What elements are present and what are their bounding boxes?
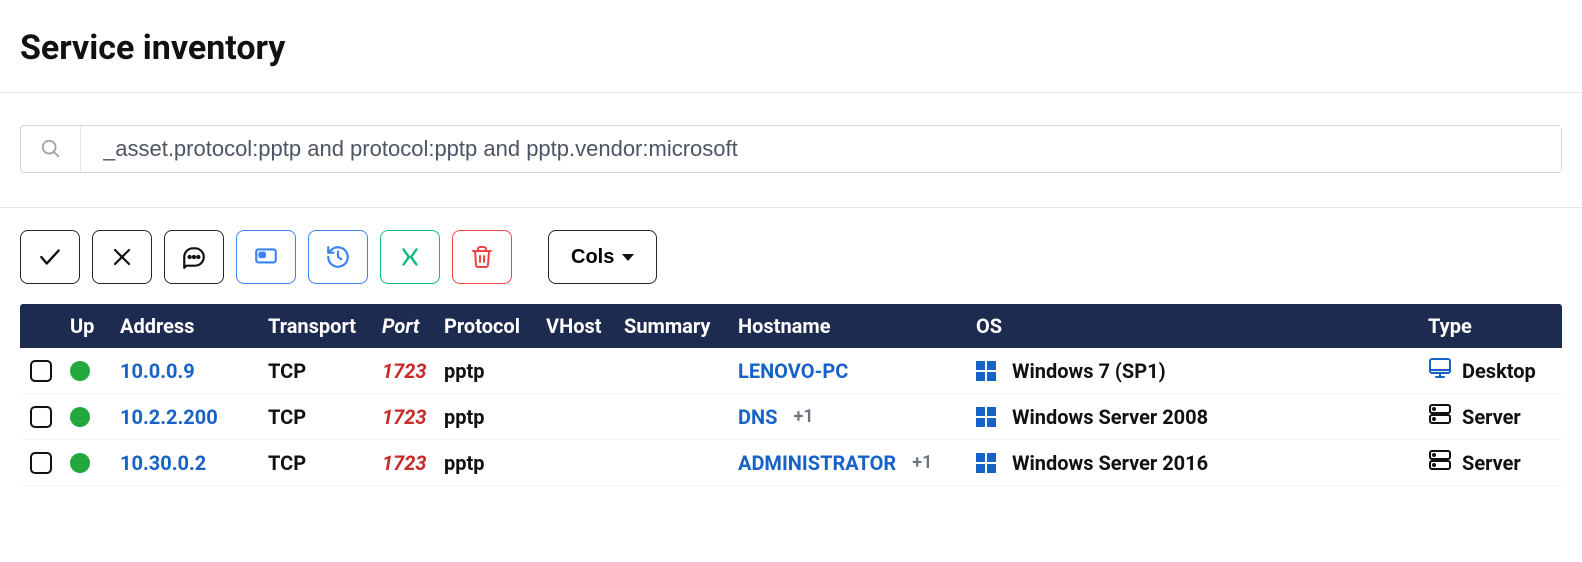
caret-down-icon	[622, 254, 634, 261]
merge-button[interactable]	[380, 230, 440, 284]
row-checkbox[interactable]	[30, 406, 52, 428]
approve-button[interactable]	[20, 230, 80, 284]
protocol-value: pptp	[444, 359, 485, 383]
table-row: 10.2.2.200 TCP 1723 pptp DNS +1 Windows Server…	[20, 394, 1562, 440]
protocol-value: pptp	[444, 405, 485, 429]
col-hostname[interactable]: Hostname	[738, 314, 976, 338]
col-os[interactable]: OS	[976, 314, 1428, 338]
address-link[interactable]: 10.2.2.200	[120, 405, 218, 429]
address-link[interactable]: 10.30.0.2	[120, 451, 206, 475]
address-link[interactable]: 10.0.0.9	[120, 359, 195, 383]
type-value: Server	[1462, 451, 1521, 475]
table-row: 10.30.0.2 TCP 1723 pptp ADMINISTRATOR +1 Windo…	[20, 440, 1562, 486]
hostname-link[interactable]: ADMINISTRATOR	[738, 451, 896, 475]
hostname-link[interactable]: DNS	[738, 405, 777, 429]
port-value: 1723	[382, 359, 427, 383]
os-value: Windows Server 2016	[1012, 451, 1208, 475]
col-transport[interactable]: Transport	[268, 314, 382, 338]
status-up-icon	[70, 453, 90, 473]
desktop-icon	[1428, 356, 1452, 385]
col-address[interactable]: Address	[120, 314, 268, 338]
status-up-icon	[70, 361, 90, 381]
hostname-extra: +1	[793, 406, 813, 427]
columns-button-label: Cols	[571, 246, 614, 269]
search-bar	[20, 125, 1562, 173]
reject-button[interactable]	[92, 230, 152, 284]
transport-value: TCP	[268, 405, 306, 429]
type-value: Server	[1462, 405, 1521, 429]
port-value: 1723	[382, 451, 427, 475]
col-port[interactable]: Port	[382, 314, 444, 338]
windows-icon	[976, 453, 996, 473]
table-row: 10.0.0.9 TCP 1723 pptp LENOVO-PC Windows 7 (S…	[20, 348, 1562, 394]
comment-button[interactable]	[164, 230, 224, 284]
transport-value: TCP	[268, 359, 306, 383]
search-section	[0, 93, 1582, 207]
history-button[interactable]	[308, 230, 368, 284]
protocol-value: pptp	[444, 451, 485, 475]
table-header: Up Address Transport Port Protocol VHost…	[20, 304, 1562, 348]
type-value: Desktop	[1462, 359, 1536, 383]
search-icon	[21, 126, 81, 172]
windows-icon	[976, 361, 996, 381]
hostname-extra: +1	[912, 452, 932, 473]
row-checkbox[interactable]	[30, 452, 52, 474]
table: Up Address Transport Port Protocol VHost…	[0, 304, 1582, 486]
port-value: 1723	[382, 405, 427, 429]
screen-button[interactable]	[236, 230, 296, 284]
toolbar: Cols	[0, 208, 1582, 304]
page-title: Service inventory	[0, 0, 1582, 92]
delete-button[interactable]	[452, 230, 512, 284]
os-value: Windows 7 (SP1)	[1012, 359, 1166, 383]
hostname-link[interactable]: LENOVO-PC	[738, 359, 848, 383]
columns-button[interactable]: Cols	[548, 230, 657, 284]
col-summary[interactable]: Summary	[624, 314, 738, 338]
server-icon	[1428, 448, 1452, 477]
search-input[interactable]	[81, 126, 1561, 172]
os-value: Windows Server 2008	[1012, 405, 1208, 429]
col-vhost[interactable]: VHost	[546, 314, 624, 338]
col-protocol[interactable]: Protocol	[444, 314, 546, 338]
transport-value: TCP	[268, 451, 306, 475]
windows-icon	[976, 407, 996, 427]
server-icon	[1428, 402, 1452, 431]
col-up[interactable]: Up	[70, 314, 120, 338]
row-checkbox[interactable]	[30, 360, 52, 382]
col-type[interactable]: Type	[1428, 314, 1562, 338]
status-up-icon	[70, 407, 90, 427]
